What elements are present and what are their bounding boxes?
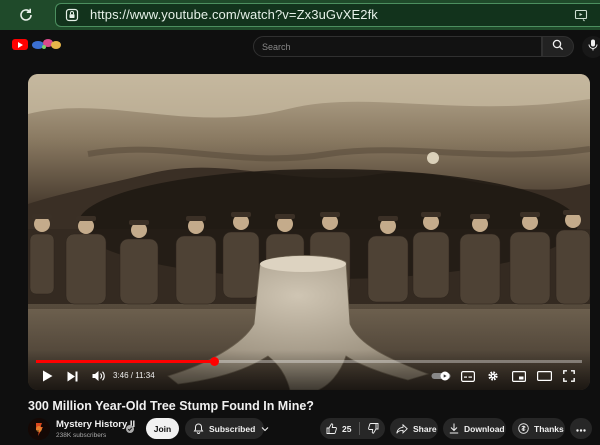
search-input[interactable]	[262, 40, 532, 54]
dislike-icon[interactable]	[368, 423, 379, 434]
avatar[interactable]	[28, 418, 50, 440]
voice-search-button[interactable]	[582, 36, 600, 58]
like-count[interactable]: 25	[342, 424, 351, 434]
reload-icon[interactable]	[16, 5, 36, 25]
video-player[interactable]: 3:46 / 11:34	[28, 74, 590, 390]
volume-icon[interactable]	[90, 369, 106, 383]
chevron-down-icon	[261, 426, 269, 432]
lock-icon[interactable]	[65, 8, 79, 22]
share-button[interactable]: Share	[390, 418, 438, 439]
video-title: 300 Million Year-Old Tree Stump Found In…	[28, 399, 314, 413]
progress-scrubber[interactable]	[209, 357, 219, 366]
video-frame-image	[28, 74, 590, 390]
address-bar[interactable]: https://www.youtube.com/watch?v=Zx3uGvXE…	[55, 3, 600, 27]
thanks-icon	[518, 423, 529, 434]
play-icon[interactable]	[40, 369, 54, 383]
youtube-doodle-logo[interactable]	[30, 36, 62, 52]
subtitles-icon[interactable]	[460, 369, 476, 383]
time-display: 3:46 / 11:34	[113, 371, 155, 380]
subscriber-count: 238K subscribers	[56, 432, 107, 439]
verified-badge-icon	[126, 420, 134, 433]
search-icon	[552, 38, 564, 56]
theater-icon[interactable]	[536, 369, 552, 383]
mic-icon	[588, 38, 598, 56]
player-controls: 3:46 / 11:34	[28, 350, 590, 390]
like-divider	[359, 422, 361, 435]
share-label: Share	[413, 423, 437, 434]
fullscreen-icon[interactable]	[562, 369, 576, 383]
url-text[interactable]: https://www.youtube.com/watch?v=Zx3uGvXE…	[90, 7, 378, 22]
download-button[interactable]: Download	[443, 418, 506, 439]
channel-name[interactable]: Mystery History II	[56, 419, 135, 430]
like-icon[interactable]	[326, 423, 337, 434]
thanks-button[interactable]: Thanks	[512, 418, 565, 439]
youtube-header	[0, 30, 600, 66]
settings-icon[interactable]	[486, 369, 500, 383]
browser-toolbar: https://www.youtube.com/watch?v=Zx3uGvXE…	[0, 0, 600, 30]
more-actions-button[interactable]	[570, 418, 592, 439]
miniplayer-icon[interactable]	[511, 369, 527, 383]
more-icon	[576, 424, 586, 434]
download-label: Download	[464, 423, 505, 434]
progress-bar[interactable]	[36, 357, 582, 366]
subscribed-button[interactable]: Subscribed	[185, 418, 269, 439]
youtube-logo[interactable]	[12, 39, 28, 50]
share-icon	[396, 423, 408, 434]
search-box[interactable]	[253, 36, 542, 57]
join-button[interactable]: Join	[146, 418, 179, 439]
thanks-label: Thanks	[534, 423, 564, 434]
bell-icon	[193, 423, 204, 434]
subscribe-label: Subscribed	[209, 423, 256, 434]
extension-icon[interactable]	[574, 8, 588, 22]
like-dislike-group: 25	[320, 418, 385, 439]
search-button[interactable]	[542, 36, 574, 57]
progress-played	[36, 360, 214, 363]
download-icon	[449, 423, 459, 434]
autoplay-toggle[interactable]	[430, 369, 452, 383]
next-icon[interactable]	[65, 369, 79, 383]
